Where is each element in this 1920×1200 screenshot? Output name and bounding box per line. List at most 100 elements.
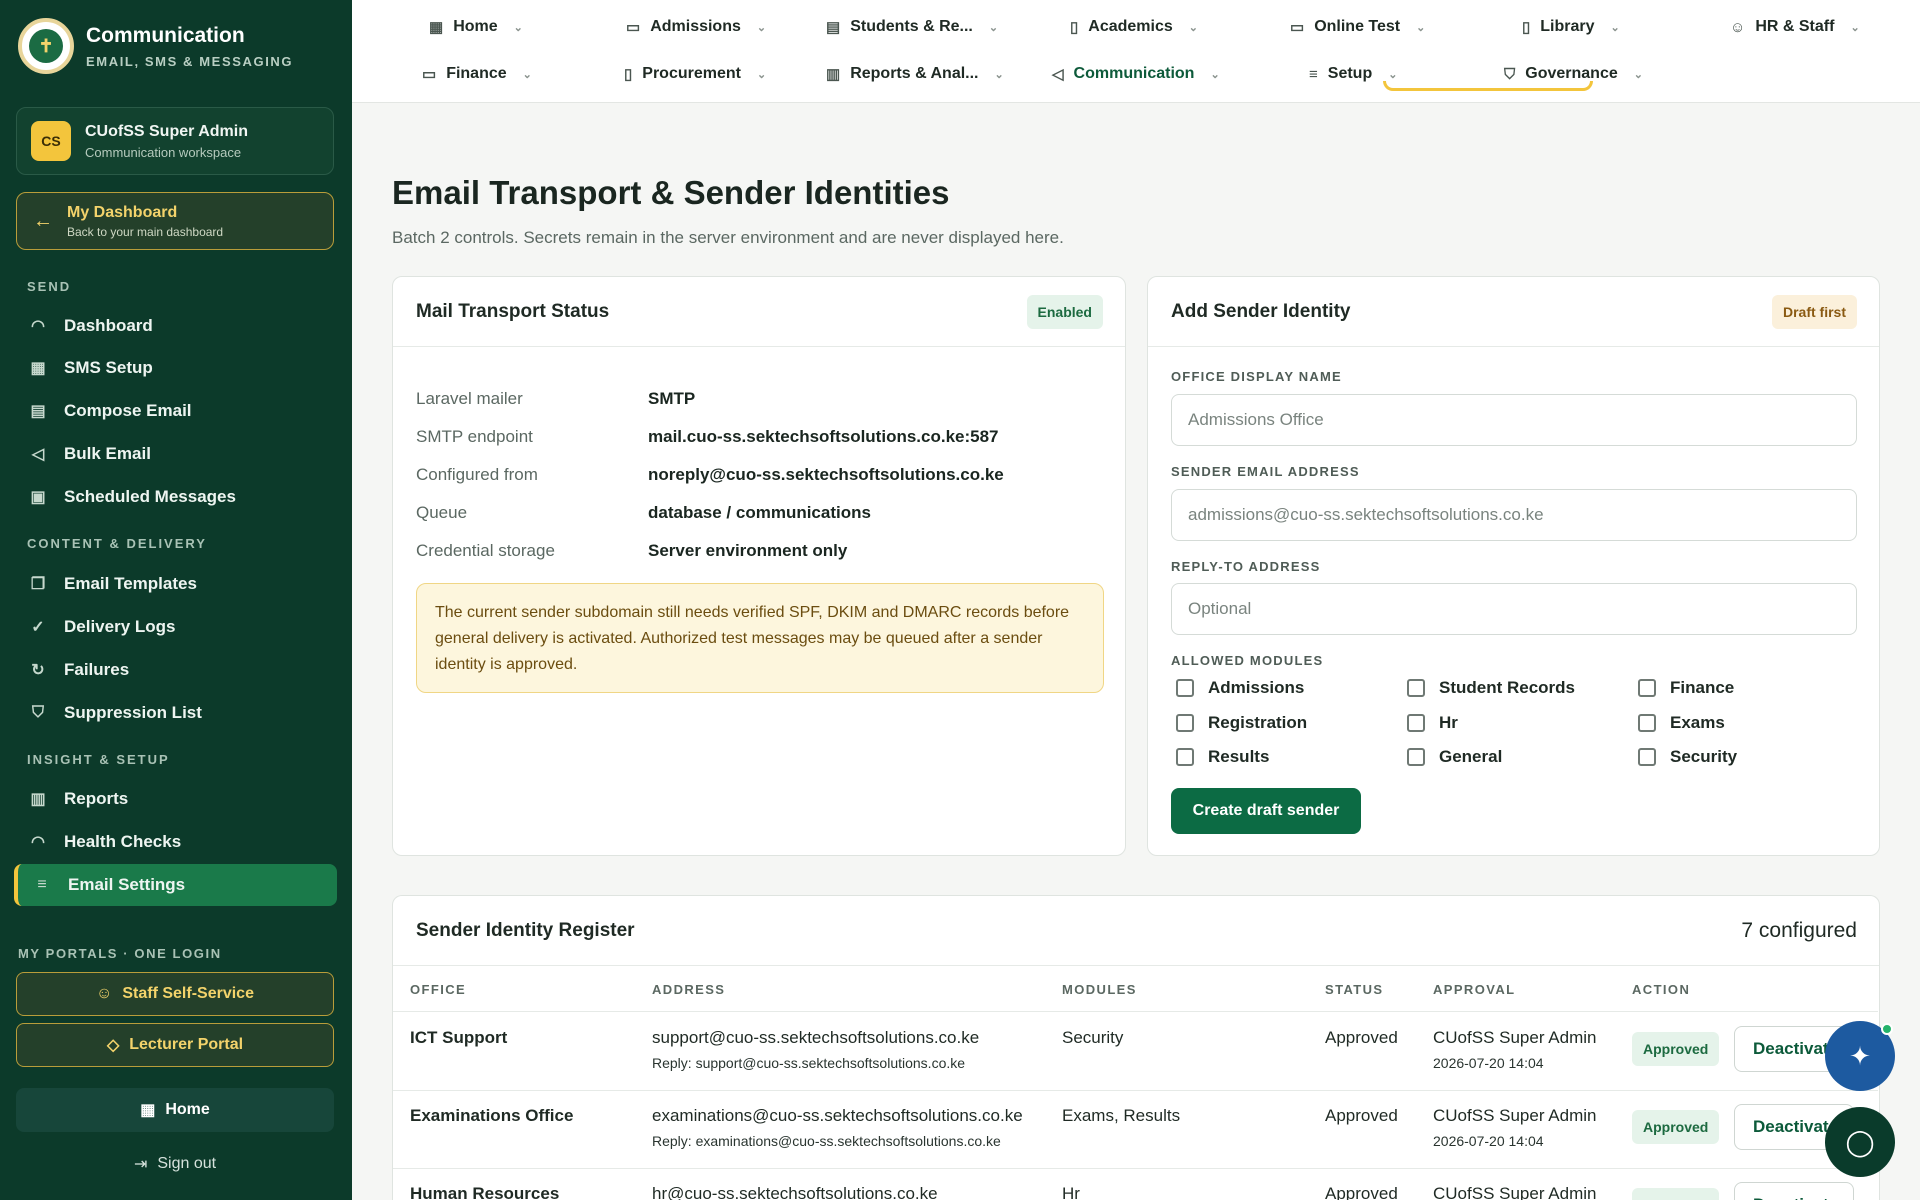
sidebar-item-email-settings[interactable]: ≡ Email Settings (14, 864, 337, 906)
chevron-down-icon: ⌄ (756, 68, 767, 81)
users-icon: ☺ (1730, 18, 1746, 36)
chat-bubble-icon: ◯ (1845, 1126, 1875, 1157)
megaphone-icon: ◁ (31, 446, 45, 463)
sidebar-item-dashboard[interactable]: ◠ Dashboard (14, 305, 337, 347)
checkbox[interactable] (1638, 679, 1656, 697)
transport-row: Credential storage Server environment onl… (416, 541, 848, 560)
id-card-icon: ▤ (826, 19, 841, 36)
nav-academics[interactable]: ▯ Academics ⌄ (1070, 11, 1198, 43)
sidebar-item-bulk-email[interactable]: ◁ Bulk Email (14, 433, 337, 475)
user-workspace: Communication workspace (85, 144, 242, 160)
sidebar-item-compose-email[interactable]: ▤ Compose Email (14, 390, 337, 432)
table-divider (393, 1011, 1878, 1012)
module-checkbox-finance[interactable]: Finance (1638, 678, 1734, 698)
section-label-send: SEND (27, 279, 72, 294)
transport-row: SMTP endpoint mail.cuo-ss.sektechsoftsolu… (416, 427, 999, 446)
nav-home[interactable]: ▦ Home ⌄ (429, 11, 523, 43)
module-checkbox-general[interactable]: General (1407, 747, 1502, 767)
megaphone-icon: ◁ (1052, 66, 1064, 83)
checkbox[interactable] (1407, 748, 1425, 766)
configured-count: 7 configured (1741, 918, 1857, 942)
sliders-icon: ≡ (1309, 65, 1318, 83)
wallet-icon: ▭ (422, 66, 437, 83)
staff-self-service-button[interactable]: ☺ Staff Self-Service (16, 972, 334, 1016)
chevron-down-icon: ⌄ (1850, 21, 1860, 34)
user-name: CUofSS Super Admin (85, 122, 248, 140)
chat-button[interactable]: ◯ (1825, 1107, 1895, 1177)
lecturer-portal-button[interactable]: ◇ Lecturer Portal (16, 1023, 334, 1067)
module-checkbox-student-records[interactable]: Student Records (1407, 678, 1575, 698)
nav-procurement[interactable]: ▯ Procurement ⌄ (624, 58, 766, 90)
allowed-modules-label: ALLOWED MODULES (1171, 653, 1324, 668)
column-header-status: STATUS (1325, 982, 1384, 997)
monitor-icon: ▭ (1290, 19, 1305, 36)
my-dashboard-button[interactable]: ← My Dashboard Back to your main dashboa… (16, 192, 334, 250)
nav-communication[interactable]: ◁ Communication ⌄ (1052, 58, 1220, 90)
nav-hr-staff[interactable]: ☺ HR & Staff ⌄ (1730, 11, 1860, 43)
clipboard-icon: ▯ (624, 66, 633, 83)
checkbox[interactable] (1638, 714, 1656, 732)
module-checkbox-admissions[interactable]: Admissions (1176, 678, 1304, 698)
create-draft-sender-button[interactable]: Create draft sender (1171, 788, 1361, 834)
nav-online-test[interactable]: ▭ Online Test ⌄ (1290, 11, 1425, 43)
sidebar-item-suppression-list[interactable]: ⛉ Suppression List (14, 692, 337, 734)
table-divider (393, 1090, 1878, 1091)
module-checkbox-registration[interactable]: Registration (1176, 713, 1307, 733)
gauge-icon: ◠ (31, 834, 45, 851)
section-label-content-delivery: CONTENT & DELIVERY (27, 536, 207, 551)
sidebar-item-scheduled-messages[interactable]: ▣ Scheduled Messages (14, 476, 337, 518)
reply-to-input[interactable] (1171, 583, 1857, 635)
dns-warning: The current sender subdomain still needs… (416, 583, 1104, 693)
nav-students-records[interactable]: ▤ Students & Re... ⌄ (826, 11, 998, 43)
module-checkbox-exams[interactable]: Exams (1638, 713, 1725, 733)
module-checkbox-results[interactable]: Results (1176, 747, 1269, 767)
checkbox[interactable] (1176, 679, 1194, 697)
chevron-down-icon: ⌄ (1633, 68, 1643, 81)
display-name-input[interactable] (1171, 394, 1857, 446)
sign-out-button[interactable]: ⇥ Sign out (16, 1146, 334, 1182)
module-checkbox-hr[interactable]: Hr (1407, 713, 1458, 733)
status-badge: Approved (1632, 1110, 1720, 1144)
chevron-down-icon: ⌄ (1210, 68, 1220, 81)
checkbox[interactable] (1407, 714, 1425, 732)
draft-badge: Draft first (1771, 294, 1857, 329)
module-checkbox-security[interactable]: Security (1638, 747, 1737, 767)
home-button[interactable]: ▦ Home (16, 1088, 334, 1132)
calendar-icon: ▣ (30, 489, 46, 506)
inbox-icon: ▭ (626, 19, 641, 36)
nav-finance[interactable]: ▭ Finance ⌄ (422, 58, 532, 90)
add-sender-card: Add Sender Identity Draft first OFFICE D… (1147, 276, 1880, 856)
deactivate-button[interactable]: Deactivate (1734, 1182, 1854, 1200)
sidebar-item-delivery-logs[interactable]: ✓ Delivery Logs (14, 606, 337, 648)
assistant-button[interactable]: ✦ (1825, 1021, 1895, 1091)
sidebar-item-reports[interactable]: ▥ Reports (14, 778, 337, 820)
online-indicator (1881, 1023, 1893, 1035)
status-badge: Enabled (1026, 294, 1103, 329)
sidebar-item-email-templates[interactable]: ❐ Email Templates (14, 563, 337, 605)
checkbox[interactable] (1176, 748, 1194, 766)
sender-email-input[interactable] (1171, 489, 1857, 541)
column-header-approval: APPROVAL (1433, 982, 1516, 997)
transport-row: Laravel mailer SMTP (416, 389, 696, 408)
checkbox[interactable] (1176, 714, 1194, 732)
chevron-down-icon: ⌄ (1610, 21, 1620, 34)
nav-reports-analytics[interactable]: ▥ Reports & Anal... ⌄ (826, 58, 1004, 90)
book-icon: ▯ (1522, 19, 1531, 36)
sidebar-item-sms-setup[interactable]: ▦ SMS Setup (14, 347, 337, 389)
checkbox[interactable] (1638, 748, 1656, 766)
user-icon: ☺ (96, 985, 113, 1002)
sidebar-item-failures[interactable]: ↻ Failures (14, 649, 337, 691)
sender-register-card: Sender Identity Register 7 configured OF… (392, 895, 1880, 1200)
portals-label: MY PORTALS · ONE LOGIN (18, 946, 222, 961)
brand: ✝ Communication EMAIL, SMS & MESSAGING (18, 18, 293, 74)
bar-chart-icon: ▥ (826, 66, 841, 83)
checkbox[interactable] (1407, 679, 1425, 697)
grid-icon: ▦ (429, 19, 444, 36)
card-header: Mail Transport Status Enabled (393, 277, 1125, 347)
sidebar-item-health-checks[interactable]: ◠ Health Checks (14, 821, 337, 863)
nav-admissions[interactable]: ▭ Admissions ⌄ (626, 11, 766, 43)
column-header-address: ADDRESS (652, 982, 726, 997)
nav-library[interactable]: ▯ Library ⌄ (1522, 11, 1620, 43)
shield-check-icon: ⛉ (1504, 65, 1516, 83)
column-header-office: OFFICE (410, 982, 467, 997)
